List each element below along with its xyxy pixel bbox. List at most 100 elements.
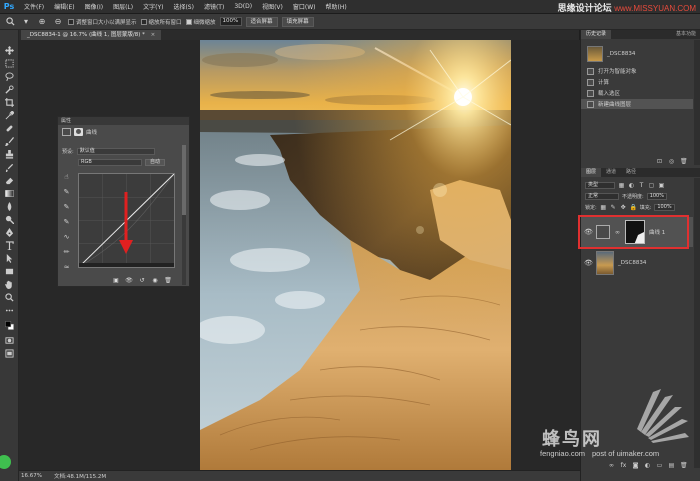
more-tools-icon[interactable] bbox=[4, 305, 15, 315]
scrubby-zoom-checkbox[interactable]: 细微缩放 bbox=[185, 18, 216, 26]
filter-shape-icon[interactable]: ▢ bbox=[648, 182, 655, 189]
trash-icon[interactable]: 🗑 bbox=[164, 277, 172, 285]
curve-point-icon[interactable]: ∿ bbox=[62, 233, 71, 242]
layer-mask-icon[interactable] bbox=[74, 128, 83, 136]
quick-mask-icon[interactable] bbox=[4, 335, 15, 345]
zoom-in-icon[interactable]: ⊕ bbox=[36, 16, 48, 27]
rectangle-tool-icon[interactable] bbox=[4, 266, 15, 276]
brush-tool-icon[interactable] bbox=[4, 136, 15, 146]
lock-brush-icon[interactable]: ✎ bbox=[610, 204, 617, 211]
hand-tool-icon[interactable] bbox=[4, 279, 15, 289]
lock-icon[interactable]: 🔒 bbox=[630, 204, 637, 211]
gray-point-eyedropper-icon[interactable]: ✎ bbox=[62, 203, 71, 212]
blur-tool-icon[interactable] bbox=[4, 201, 15, 211]
menu-help[interactable]: 帮助(H) bbox=[321, 2, 352, 11]
filter-type-icon[interactable]: T bbox=[638, 182, 645, 189]
chevron-down-icon[interactable]: ▾ bbox=[20, 16, 32, 27]
move-tool-icon[interactable] bbox=[4, 45, 15, 55]
menu-edit[interactable]: 编辑(E) bbox=[49, 2, 79, 11]
history-item[interactable]: 载入选区 bbox=[581, 88, 693, 98]
auto-button[interactable]: 自动 bbox=[145, 159, 166, 166]
menu-image[interactable]: 图像(I) bbox=[80, 2, 108, 11]
scroll-thumb[interactable] bbox=[182, 145, 186, 215]
opacity-field[interactable]: 100% bbox=[646, 193, 667, 200]
channel-select[interactable]: RGB bbox=[78, 159, 142, 166]
visibility-icon[interactable]: ◉ bbox=[151, 277, 159, 285]
menu-view[interactable]: 视图(V) bbox=[257, 2, 288, 11]
zoom-value-field[interactable]: 100% bbox=[219, 17, 242, 26]
filter-smart-icon[interactable]: ▣ bbox=[658, 182, 665, 189]
zoom-tool-icon[interactable] bbox=[4, 292, 15, 302]
tab-channels[interactable]: 通道 bbox=[601, 168, 621, 177]
target-adjust-icon[interactable]: ☝ bbox=[62, 173, 71, 182]
properties-scrollbar[interactable] bbox=[182, 145, 186, 285]
close-icon[interactable]: × bbox=[151, 32, 156, 38]
camera-icon[interactable]: ◎ bbox=[668, 158, 675, 165]
gradient-tool-icon[interactable] bbox=[4, 188, 15, 198]
zoom-all-checkbox[interactable]: 缩放所有窗口 bbox=[140, 18, 182, 26]
tab-layers[interactable]: 图层 bbox=[581, 168, 602, 177]
layers-scrollbar[interactable] bbox=[694, 178, 700, 468]
zoom-out-icon[interactable]: ⊖ bbox=[52, 16, 64, 27]
menu-type[interactable]: 文字(Y) bbox=[138, 2, 168, 11]
history-item[interactable]: 计算 bbox=[581, 77, 693, 87]
type-tool-icon[interactable] bbox=[4, 240, 15, 250]
pen-tool-icon[interactable] bbox=[4, 227, 15, 237]
menu-layer[interactable]: 图层(L) bbox=[108, 2, 138, 11]
blend-mode-select[interactable]: 正常 bbox=[585, 193, 619, 200]
clone-stamp-tool-icon[interactable] bbox=[4, 149, 15, 159]
pencil-icon[interactable]: ✏ bbox=[62, 248, 71, 257]
zoom-tool-icon[interactable] bbox=[4, 16, 16, 27]
history-brush-tool-icon[interactable] bbox=[4, 162, 15, 172]
tab-paths[interactable]: 路径 bbox=[621, 168, 641, 177]
quick-select-tool-icon[interactable] bbox=[4, 84, 15, 94]
tab-history[interactable]: 历史记录 bbox=[581, 30, 612, 39]
menu-filter[interactable]: 滤镜(T) bbox=[199, 2, 229, 11]
curve-graph[interactable] bbox=[78, 173, 175, 268]
history-snapshot[interactable]: _DSC8834 bbox=[581, 45, 693, 63]
visibility-eye-icon[interactable]: 👁 bbox=[584, 259, 593, 267]
checkbox-box[interactable] bbox=[140, 18, 147, 25]
menu-file[interactable]: 文件(F) bbox=[19, 2, 49, 11]
view-previous-icon[interactable]: 👁 bbox=[125, 277, 133, 285]
color-swatches-icon[interactable] bbox=[4, 320, 15, 330]
document-image[interactable] bbox=[200, 40, 511, 470]
filter-pixel-icon[interactable]: ▦ bbox=[618, 182, 625, 189]
fill-field[interactable]: 100% bbox=[654, 204, 675, 211]
menu-select[interactable]: 选择(S) bbox=[168, 2, 199, 11]
black-point-eyedropper-icon[interactable]: ✎ bbox=[62, 188, 71, 197]
screen-mode-icon[interactable] bbox=[4, 348, 15, 358]
preset-select[interactable]: 默认值 bbox=[76, 148, 155, 155]
trash-icon[interactable]: 🗑 bbox=[680, 158, 688, 165]
path-selection-tool-icon[interactable] bbox=[4, 253, 15, 263]
menu-3d[interactable]: 3D(D) bbox=[229, 3, 257, 10]
eyedropper-tool-icon[interactable] bbox=[4, 110, 15, 120]
curves-adjustment-icon[interactable] bbox=[62, 128, 71, 136]
marquee-tool-icon[interactable] bbox=[4, 58, 15, 68]
checkbox-box[interactable] bbox=[185, 18, 192, 25]
lock-transparent-icon[interactable]: ▦ bbox=[600, 204, 607, 211]
fit-screen-button[interactable]: 适合屏幕 bbox=[245, 16, 278, 27]
crop-tool-icon[interactable] bbox=[4, 97, 15, 107]
document-tab[interactable]: _DSC8834-1 @ 16.7% (曲线 1, 图层蒙版/8) * × bbox=[21, 30, 162, 40]
dodge-tool-icon[interactable] bbox=[4, 214, 15, 224]
history-scrollbar[interactable] bbox=[694, 40, 700, 165]
white-point-eyedropper-icon[interactable]: ✎ bbox=[62, 218, 71, 227]
resize-windows-checkbox[interactable]: 调整窗口大小以满屏显示 bbox=[68, 18, 137, 26]
healing-brush-tool-icon[interactable] bbox=[4, 123, 15, 133]
lasso-tool-icon[interactable] bbox=[4, 71, 15, 81]
menu-window[interactable]: 窗口(W) bbox=[288, 2, 321, 11]
checkbox-box[interactable] bbox=[68, 18, 74, 25]
workspace-label[interactable]: 基本功能 bbox=[671, 30, 700, 39]
smooth-icon[interactable]: ≈ bbox=[62, 263, 71, 272]
history-item[interactable]: 打开为智能对象 bbox=[581, 66, 693, 76]
layer-row-image[interactable]: 👁 _DSC8834 bbox=[581, 248, 693, 278]
filter-adjust-icon[interactable]: ◐ bbox=[628, 182, 635, 189]
new-document-from-state-icon[interactable]: ⊡ bbox=[656, 158, 663, 165]
lock-move-icon[interactable]: ✥ bbox=[620, 204, 627, 211]
reset-icon[interactable]: ↺ bbox=[138, 277, 146, 285]
fill-screen-button[interactable]: 填充屏幕 bbox=[281, 16, 314, 27]
zoom-percentage[interactable]: 16.67% bbox=[21, 473, 42, 479]
history-item-active[interactable]: 新建曲线图层 bbox=[581, 99, 693, 109]
layer-kind-select[interactable]: 类型 bbox=[585, 182, 615, 189]
